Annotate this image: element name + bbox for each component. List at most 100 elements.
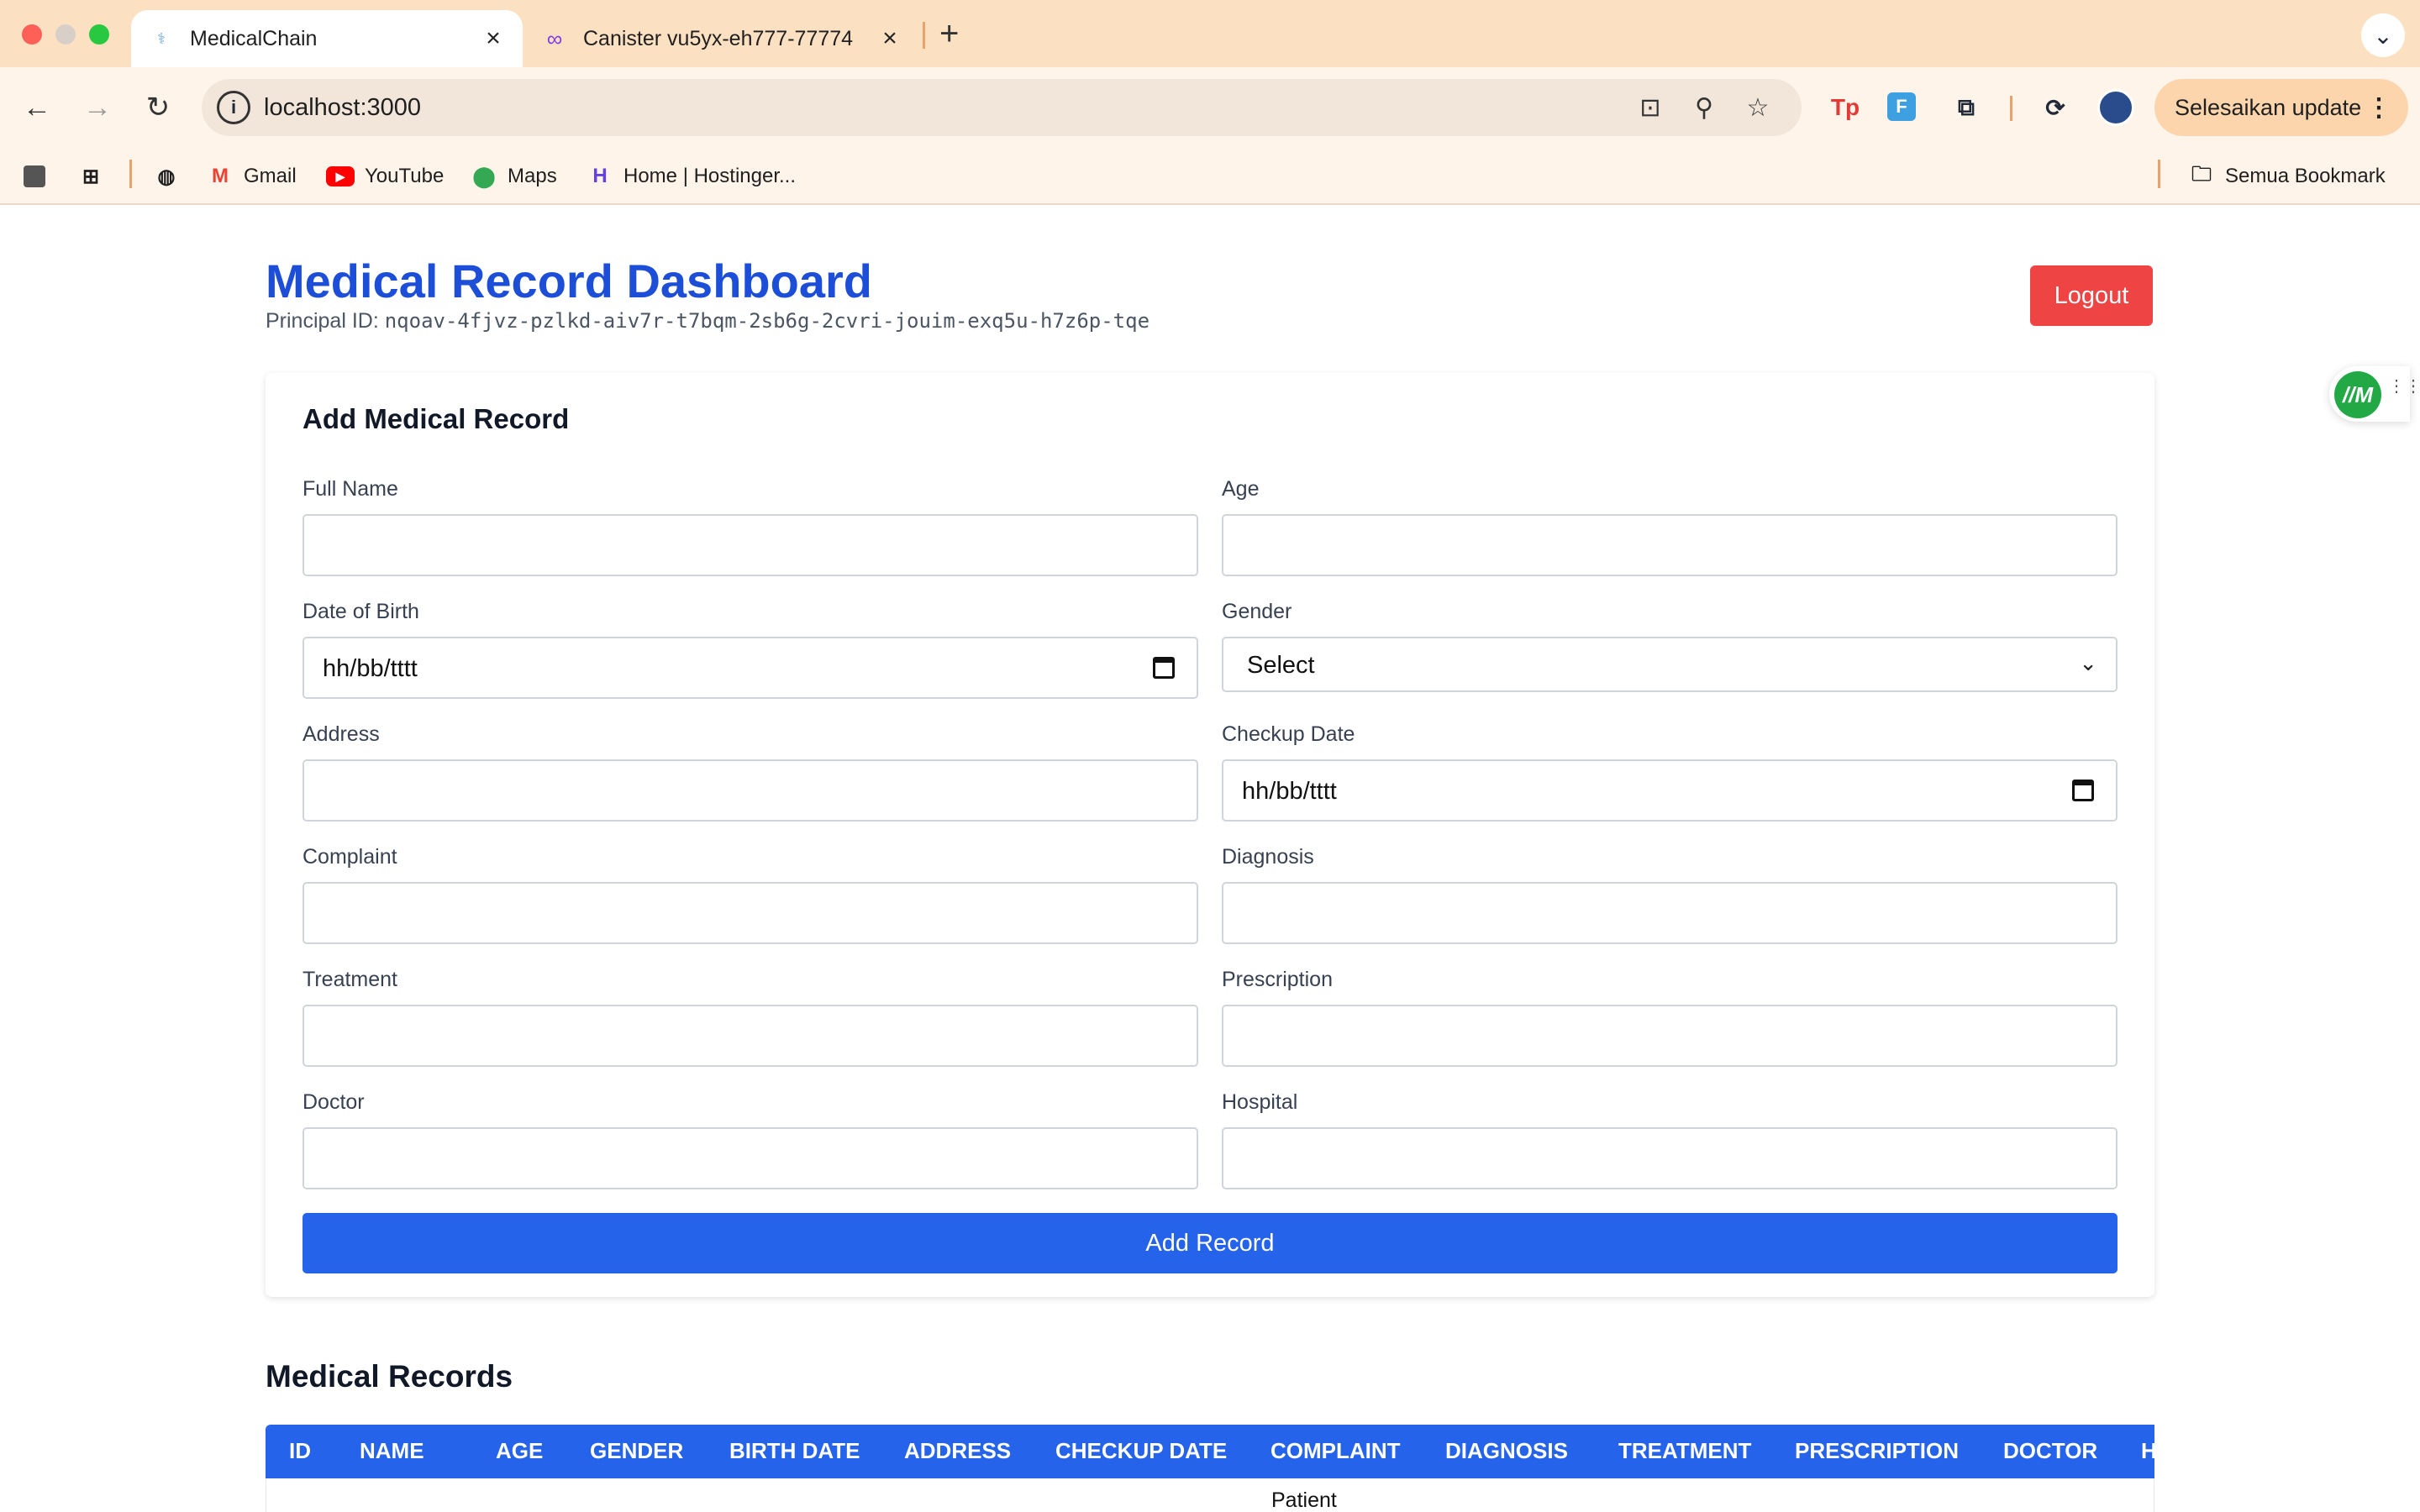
page-title: Medical Record Dashboard: [266, 255, 872, 307]
doctor-input[interactable]: [302, 1127, 1198, 1189]
tab-search-chevron-icon[interactable]: ⌄: [2361, 13, 2405, 57]
complaint-input[interactable]: [302, 882, 1198, 944]
bookmark-youtube[interactable]: ▶ YouTube: [326, 161, 444, 192]
chevron-down-icon: ⌄: [2079, 650, 2097, 675]
records-table: ID NAME AGE GENDER BIRTH DATE ADDRESS CH…: [266, 1425, 2154, 1512]
reload-icon[interactable]: ↻: [136, 86, 180, 129]
dob-date-input[interactable]: hh/bb/tttt: [302, 637, 1198, 699]
extensions-puzzle-icon[interactable]: ⧉: [1948, 89, 1985, 126]
close-tab-icon[interactable]: ×: [481, 24, 506, 53]
column-header-age: AGE: [496, 1438, 544, 1463]
browser-tab-strip: ⚕ MedicalChain × ∞ Canister vu5yx-eh777-…: [0, 0, 2420, 67]
tab-medicalchain[interactable]: ⚕ MedicalChain ×: [131, 10, 523, 67]
column-header-diagnosis: DIAGNOSIS: [1445, 1438, 1568, 1463]
tab-divider: [923, 22, 925, 49]
column-header-id: ID: [289, 1438, 311, 1463]
close-tab-icon[interactable]: ×: [877, 24, 902, 53]
bookmark-label: Gmail: [244, 165, 297, 187]
column-header-gender: GENDER: [590, 1438, 684, 1463]
column-header-doctor: DOCTOR: [2003, 1438, 2098, 1463]
column-header-name: NAME: [360, 1438, 424, 1463]
back-arrow-icon[interactable]: ←: [15, 86, 59, 129]
bookmark-star-icon[interactable]: ☆: [1743, 92, 1773, 123]
calendar-icon[interactable]: [1153, 657, 1175, 679]
column-header-treatment: TREATMENT: [1618, 1438, 1752, 1463]
translate-icon[interactable]: ⊡: [1635, 92, 1665, 123]
table-row: Patient: [266, 1478, 2154, 1512]
new-tab-button[interactable]: +: [939, 15, 959, 52]
address-bar[interactable]: i localhost:3000 ⊡ ⚲ ☆: [202, 79, 1802, 136]
full-name-input[interactable]: [302, 514, 1198, 576]
date-placeholder: hh/bb/tttt: [323, 655, 418, 682]
more-menu-icon[interactable]: ⋮: [2366, 93, 2391, 123]
prescription-input[interactable]: [1222, 1005, 2118, 1067]
finish-update-button[interactable]: Selesaikan update ⋮: [2154, 79, 2408, 136]
column-header-hospital: H: [2141, 1438, 2154, 1463]
dob-field: Date of Birth hh/bb/tttt: [302, 600, 1198, 699]
diagnosis-input[interactable]: [1222, 882, 2118, 944]
f-extension-icon[interactable]: F: [1887, 92, 1916, 121]
bookmark-label: Maps: [508, 165, 557, 187]
logout-button[interactable]: Logout: [2030, 265, 2153, 326]
checkup-date-input[interactable]: hh/bb/tttt: [1222, 759, 2118, 822]
cell-complaint: Patient: [1271, 1488, 1337, 1512]
bookmark-maps[interactable]: ⬤ Maps: [471, 161, 557, 192]
table-header: ID NAME AGE GENDER BIRTH DATE ADDRESS CH…: [266, 1425, 2154, 1478]
hospital-input[interactable]: [1222, 1127, 2118, 1189]
folder-icon: 🗀: [2191, 162, 2212, 186]
column-header-prescription: PRESCRIPTION: [1795, 1438, 1960, 1463]
field-label: Date of Birth: [302, 600, 419, 623]
bookmark-gmail[interactable]: M Gmail: [207, 161, 297, 192]
gender-select[interactable]: Select ⌄: [1222, 637, 2118, 692]
complaint-field: Complaint: [302, 845, 1198, 944]
principal-label: Principal ID:: [266, 309, 379, 333]
tab-groups-icon[interactable]: [24, 161, 55, 192]
forward-arrow-icon[interactable]: →: [76, 86, 119, 129]
window-minimize-button[interactable]: [55, 24, 76, 45]
zoom-icon[interactable]: ⚲: [1689, 92, 1719, 123]
update-label: Selesaikan update: [2175, 94, 2362, 120]
bookmark-hostinger[interactable]: H Home | Hostinger...: [587, 161, 796, 192]
all-bookmarks-folder[interactable]: 🗀 Semua Bookmark: [2188, 161, 2386, 192]
gmail-icon: M: [212, 165, 229, 187]
hospital-field: Hospital: [1222, 1090, 2118, 1189]
prescription-field: Prescription: [1222, 968, 2118, 1067]
bookmark-label: Home | Hostinger...: [623, 165, 796, 187]
address-input[interactable]: [302, 759, 1198, 822]
apps-grid-icon[interactable]: ⊞: [77, 161, 114, 192]
floating-widget[interactable]: //M ⋮⋮: [2329, 366, 2420, 422]
globe-icon[interactable]: ◍: [153, 161, 190, 192]
age-field: Age: [1222, 477, 2118, 576]
column-header-checkup-date: CHECKUP DATE: [1055, 1438, 1228, 1463]
treatment-input[interactable]: [302, 1005, 1198, 1067]
principal-id-line: Principal ID: nqoav-4fjvz-pzlkd-aiv7r-t7…: [266, 309, 1150, 333]
checkup-date-field: Checkup Date hh/bb/tttt: [1222, 722, 2118, 822]
column-header-complaint: COMPLAINT: [1270, 1438, 1401, 1463]
age-input[interactable]: [1222, 514, 2118, 576]
performance-icon[interactable]: ⟳: [2037, 89, 2074, 126]
add-record-button[interactable]: Add Record: [302, 1213, 2118, 1273]
medicalchain-icon: ⚕: [157, 29, 166, 47]
profile-avatar[interactable]: [2097, 89, 2134, 126]
field-label: Doctor: [302, 1090, 365, 1114]
select-value: Select: [1247, 652, 1315, 679]
column-header-birth-date: BIRTH DATE: [729, 1438, 860, 1463]
drag-handle-icon[interactable]: ⋮⋮: [2388, 378, 2420, 395]
bookmarks-divider: [2158, 160, 2160, 188]
calendar-icon[interactable]: [2072, 780, 2094, 801]
tab-canister[interactable]: ∞ Canister vu5yx-eh777-77774 ×: [533, 10, 919, 67]
url-text[interactable]: localhost:3000: [264, 94, 421, 122]
window-maximize-button[interactable]: [89, 24, 109, 45]
column-header-address: ADDRESS: [904, 1438, 1012, 1463]
maps-icon: ⬤: [472, 165, 496, 188]
add-record-card: Add Medical Record Full Name Age Date of…: [266, 373, 2154, 1297]
all-bookmarks-label: Semua Bookmark: [2225, 165, 2386, 187]
site-info-icon[interactable]: i: [217, 91, 250, 124]
page-content: Medical Record Dashboard Principal ID: n…: [0, 205, 2420, 1512]
principal-id-value: nqoav-4fjvz-pzlkd-aiv7r-t7bqm-2sb6g-2cvr…: [384, 309, 1150, 333]
treatment-field: Treatment: [302, 968, 1198, 1067]
window-close-button[interactable]: [22, 24, 42, 45]
toolbar-divider: [2010, 96, 2012, 121]
tp-extension-icon[interactable]: Tp: [1827, 89, 1864, 126]
widget-logo-icon[interactable]: //M: [2334, 371, 2381, 418]
